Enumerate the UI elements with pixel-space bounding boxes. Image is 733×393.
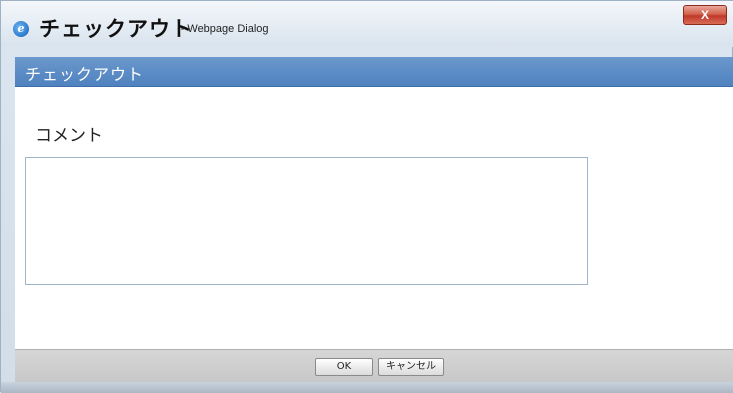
- comment-field[interactable]: [25, 157, 588, 285]
- title-bar[interactable]: e チェックアウト -- Webpage Dialog X: [1, 1, 733, 47]
- dialog-window: e チェックアウト -- Webpage Dialog X チェックアウト コメ…: [0, 0, 733, 393]
- window-subtitle: -- Webpage Dialog: [177, 23, 269, 35]
- button-bar: OK キャンセル: [15, 349, 733, 382]
- dialog-content: チェックアウト コメント: [15, 57, 733, 349]
- ie-icon: e: [13, 21, 29, 37]
- ok-button[interactable]: OK: [315, 358, 373, 376]
- window-title: チェックアウト: [39, 16, 193, 41]
- section-header: チェックアウト: [15, 57, 733, 87]
- section-title: チェックアウト: [25, 65, 145, 84]
- close-button[interactable]: X: [683, 5, 727, 25]
- cancel-button[interactable]: キャンセル: [378, 358, 444, 376]
- comment-label: コメント: [35, 126, 103, 146]
- close-icon: X: [700, 8, 709, 22]
- window-bottom-edge: [1, 382, 733, 393]
